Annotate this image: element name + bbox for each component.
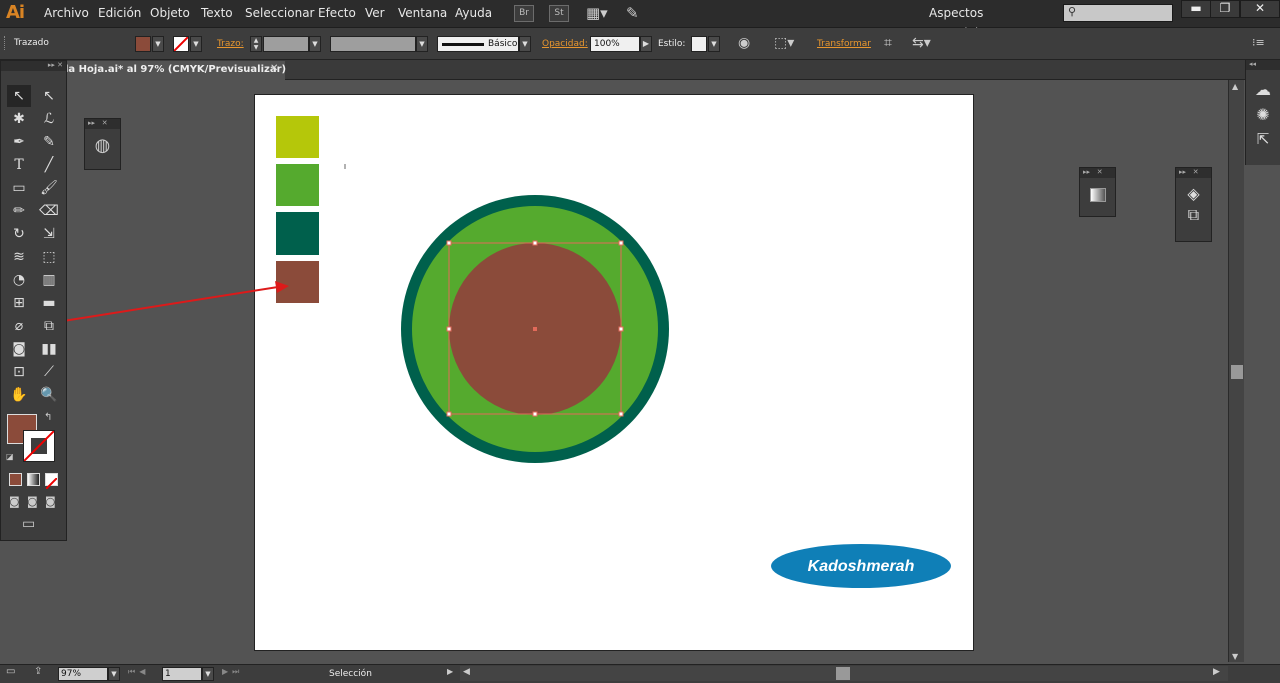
swatch-yellow-green[interactable]	[276, 116, 319, 158]
gradient-tool-icon[interactable]: ▬	[37, 292, 61, 314]
gradient-mini-panel: ▸▸ ✕	[1079, 167, 1116, 217]
scroll-right-icon[interactable]: ▶	[1213, 667, 1220, 677]
asset-export-icon[interactable]: ⇱	[1246, 130, 1280, 148]
handle-bottom-left	[446, 411, 452, 417]
artboards-icon[interactable]: ⧉	[1176, 205, 1211, 225]
vertical-scrollbar[interactable]: ▲ ▼	[1228, 80, 1244, 662]
draw-normal-icon[interactable]: ◙	[9, 495, 20, 508]
column-graph-tool-icon[interactable]: ▮▮	[37, 338, 61, 360]
draw-behind-icon[interactable]: ◙	[27, 495, 38, 508]
horizontal-scroll-thumb[interactable]	[836, 667, 850, 680]
rectangle-tool-icon[interactable]: ▭	[7, 177, 31, 199]
status-menu-arrow[interactable]: ▶	[447, 667, 453, 676]
horizontal-scrollbar[interactable]: ◀ ▶	[460, 666, 1228, 681]
appearance-icon[interactable]: ✺	[1246, 105, 1280, 124]
handle-top-left	[446, 240, 452, 246]
zoom-dropdown[interactable]: ▼	[108, 667, 120, 681]
mini-panel-header[interactable]: ▸▸ ✕	[85, 119, 120, 129]
color-guide-icon[interactable]: ◍	[85, 135, 120, 156]
pencil-tool-icon[interactable]: ✏	[7, 200, 31, 222]
blend-tool-icon[interactable]: ⧉	[37, 315, 61, 337]
handle-middle-right	[618, 326, 624, 332]
zoom-tool-icon[interactable]: 🔍	[37, 384, 61, 406]
slice-tool-icon[interactable]: ⟋	[37, 361, 61, 383]
handle-top-right	[618, 240, 624, 246]
direct-selection-tool-icon[interactable]: ↖	[37, 85, 61, 107]
artboard-number-field[interactable]: 1	[162, 667, 202, 681]
gradient-mode-button[interactable]	[27, 473, 40, 486]
tools-panel: ▸▸ ✕ ↖ ↖ ✱ ℒ ✒ ✎ T ╱ ▭ 🖌 ✏ ⌫ ↻ ⇲ ≋ ⬚ ◔ ▥…	[0, 60, 67, 541]
hand-tool-icon[interactable]: ✋	[7, 384, 31, 406]
artwork-layer: Kadoshmerah	[2, 116, 951, 588]
handle-top-center	[532, 240, 538, 246]
layers-icon[interactable]: ◈	[1176, 184, 1211, 203]
handle-middle-left	[446, 326, 452, 332]
symbol-sprayer-tool-icon[interactable]: ◙	[7, 338, 31, 360]
navigator-mini-panel: ▸▸ ✕ ◍	[84, 118, 121, 170]
current-tool-status: Selección	[329, 669, 372, 679]
eraser-tool-icon[interactable]: ⌫	[37, 200, 61, 222]
swatch-dark-green[interactable]	[276, 212, 319, 255]
center-point	[533, 327, 537, 331]
default-colors-icon[interactable]: ◪	[6, 452, 14, 461]
handle-bottom-center	[532, 411, 538, 417]
tools-grip[interactable]	[1, 71, 66, 79]
vertical-scroll-thumb[interactable]	[1231, 365, 1243, 379]
pen-tool-icon[interactable]: ✒	[7, 131, 31, 153]
share-icon[interactable]: ⇪	[34, 666, 42, 677]
artboard-tool-icon[interactable]: ⊡	[7, 361, 31, 383]
strip-header[interactable]: ◂◂	[1246, 60, 1280, 70]
document-info-icon[interactable]: ▭	[6, 666, 15, 677]
brand-logo-text: Kadoshmerah	[808, 558, 915, 575]
mini-panel-header[interactable]: ▸▸ ✕	[1080, 168, 1115, 178]
artboard-nav-prev[interactable]: ⏮◀	[128, 667, 149, 677]
swatch-green[interactable]	[276, 164, 319, 206]
gradient-icon[interactable]	[1089, 188, 1106, 202]
right-panel-strip: ◂◂ ☁ ✺ ⇱	[1245, 60, 1280, 165]
artboard-dropdown[interactable]: ▼	[202, 667, 214, 681]
mesh-tool-icon[interactable]: ⊞	[7, 292, 31, 314]
paintbrush-tool-icon[interactable]: 🖌	[37, 177, 61, 199]
stroke-color-box[interactable]	[23, 430, 55, 462]
rotate-tool-icon[interactable]: ↻	[7, 223, 31, 245]
creative-cloud-libraries-icon[interactable]: ☁	[1246, 80, 1280, 99]
swatch-brown[interactable]	[276, 261, 319, 303]
selection-tool-icon[interactable]: ↖	[7, 85, 31, 107]
line-tool-icon[interactable]: ╱	[37, 154, 61, 176]
none-mode-button[interactable]	[45, 473, 58, 490]
layers-mini-panel: ▸▸ ✕ ◈ ⧉	[1175, 167, 1212, 242]
zoom-field[interactable]: 97%	[58, 667, 108, 681]
scale-tool-icon[interactable]: ⇲	[37, 223, 61, 245]
color-mode-button[interactable]	[9, 473, 22, 486]
width-tool-icon[interactable]: ≋	[7, 246, 31, 268]
mini-panel-header[interactable]: ▸▸ ✕	[1176, 168, 1211, 178]
eyedropper-tool-icon[interactable]: ⌀	[7, 315, 31, 337]
shape-builder-tool-icon[interactable]: ◔	[7, 269, 31, 291]
artboard-nav-next[interactable]: ▶⏭	[222, 667, 243, 677]
type-tool-icon[interactable]: T	[7, 154, 31, 176]
free-transform-tool-icon[interactable]: ⬚	[37, 246, 61, 268]
swap-fill-stroke-icon[interactable]: ↰	[44, 412, 52, 423]
screen-mode-icon[interactable]: ▭	[22, 516, 35, 532]
magic-wand-tool-icon[interactable]: ✱	[7, 108, 31, 130]
scroll-down-icon[interactable]: ▼	[1232, 652, 1238, 661]
tools-panel-header[interactable]: ▸▸ ✕	[1, 61, 66, 71]
curvature-tool-icon[interactable]: ✎	[37, 131, 61, 153]
handle-bottom-right	[618, 411, 624, 417]
perspective-grid-tool-icon[interactable]: ▥	[37, 269, 61, 291]
none-icon	[45, 477, 58, 490]
no-stroke-icon	[23, 430, 55, 462]
scroll-up-icon[interactable]: ▲	[1232, 82, 1238, 91]
lasso-tool-icon[interactable]: ℒ	[37, 108, 61, 130]
scroll-left-icon[interactable]: ◀	[463, 667, 470, 677]
draw-inside-icon[interactable]: ◙	[45, 495, 56, 508]
